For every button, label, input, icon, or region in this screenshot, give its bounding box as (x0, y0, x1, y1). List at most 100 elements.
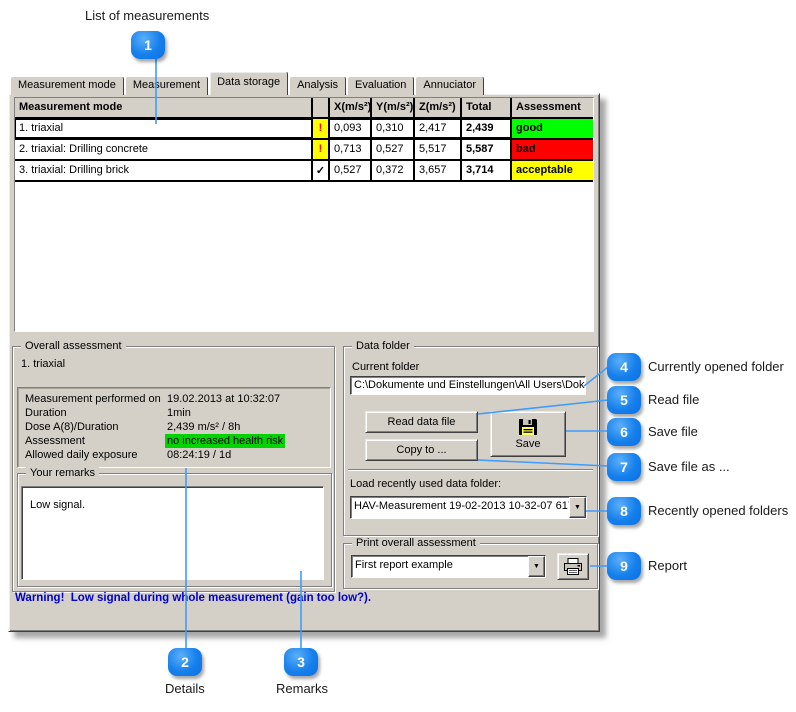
callout-label-save-file: Save file (648, 424, 698, 439)
cell-total: 5,587 (460, 140, 510, 159)
table-row[interactable]: 2. triaxial: Drilling concrete ! 0,713 0… (15, 140, 593, 161)
chevron-down-icon[interactable]: ▼ (569, 497, 586, 518)
chevron-down-icon[interactable]: ▼ (528, 556, 545, 577)
detail-label: Duration (25, 406, 165, 420)
callout-bubble-9: 9 (607, 552, 641, 580)
cell-y: 0,372 (370, 161, 413, 180)
detail-value: 2,439 m/s² / 8h (165, 420, 242, 434)
table-header-row: Measurement mode X(m/s²) Y(m/s²) Z(m/s²)… (15, 98, 593, 119)
detail-label: Assessment (25, 434, 165, 448)
table-row[interactable]: 1. triaxial ! 0,093 0,310 2,417 2,439 go… (15, 119, 593, 140)
data-storage-page: Measurement mode X(m/s²) Y(m/s²) Z(m/s²)… (8, 93, 600, 632)
cell-y: 0,310 (370, 119, 413, 138)
assessment-badge: good (510, 119, 593, 138)
header-assessment: Assessment (510, 98, 593, 117)
report-dropdown[interactable]: First report example ▼ (351, 555, 546, 578)
remarks-group: Your remarks Low signal. (17, 473, 332, 587)
application-window: Measurement mode Measurement Data storag… (8, 71, 600, 632)
assessment-badge: acceptable (510, 161, 593, 180)
detail-value: 19.02.2013 at 10:32:07 (165, 392, 282, 406)
callout-label-remarks: Remarks (276, 681, 328, 696)
cell-y: 0,527 (370, 140, 413, 159)
print-assessment-group: Print overall assessment First report ex… (343, 543, 598, 589)
warning-message: Warning! Low signal during whole measure… (15, 592, 371, 604)
print-button[interactable] (557, 553, 589, 580)
recent-folder-value: HAV-Measurement 19-02-2013 10-32-07 617 (351, 497, 569, 518)
save-button[interactable]: Save (490, 411, 566, 457)
detail-label: Dose A(8)/Duration (25, 420, 165, 434)
callout-bubble-5: 5 (607, 386, 641, 414)
selected-measurement-name: 1. triaxial (21, 358, 65, 370)
callout-label-list-of-measurements: List of measurements (85, 8, 209, 23)
remarks-textarea[interactable]: Low signal. (21, 486, 324, 580)
data-folder-group: Data folder Current folder C:\Dokumente … (343, 346, 598, 536)
detail-label: Allowed daily exposure (25, 448, 165, 462)
data-folder-title: Data folder (352, 340, 414, 352)
printer-icon (563, 558, 583, 575)
detail-value: 08:24:19 / 1d (165, 448, 233, 462)
cell-mode: 1. triaxial (15, 119, 311, 138)
callout-label-recently-opened-folders: Recently opened folders (648, 503, 788, 518)
copy-to-button[interactable]: Copy to ... (365, 439, 478, 461)
recent-folder-dropdown[interactable]: HAV-Measurement 19-02-2013 10-32-07 617 … (350, 496, 587, 519)
header-z: Z(m/s²) (413, 98, 460, 117)
cell-z: 3,657 (413, 161, 460, 180)
cell-x: 0,093 (328, 119, 370, 138)
table-row[interactable]: 3. triaxial: Drilling brick ✓ 0,527 0,37… (15, 161, 593, 182)
cell-x: 0,527 (328, 161, 370, 180)
tab-data-storage[interactable]: Data storage (209, 71, 288, 95)
warning-flag-icon: ! (311, 119, 328, 138)
floppy-disk-icon (518, 418, 538, 436)
callout-bubble-2: 2 (168, 648, 202, 676)
header-flag (311, 98, 328, 117)
callout-label-currently-opened-folder: Currently opened folder (648, 359, 784, 374)
assessment-details-panel: Measurement performed on19.02.2013 at 10… (17, 387, 331, 468)
cell-x: 0,713 (328, 140, 370, 159)
measurement-table: Measurement mode X(m/s²) Y(m/s²) Z(m/s²)… (14, 97, 594, 332)
cell-total: 2,439 (460, 119, 510, 138)
header-measurement-mode: Measurement mode (15, 98, 311, 117)
print-group-title: Print overall assessment (352, 537, 480, 549)
check-flag-icon: ✓ (311, 161, 328, 180)
separator (348, 469, 593, 471)
tab-bar: Measurement mode Measurement Data storag… (10, 71, 485, 95)
header-y: Y(m/s²) (370, 98, 413, 117)
detail-label: Measurement performed on (25, 392, 165, 406)
tab-measurement-mode[interactable]: Measurement mode (10, 76, 124, 95)
callout-bubble-6: 6 (607, 418, 641, 446)
assessment-badge: bad (510, 140, 593, 159)
report-dropdown-value: First report example (352, 556, 528, 577)
cell-z: 2,417 (413, 119, 460, 138)
remarks-title: Your remarks (26, 467, 99, 479)
warning-flag-icon: ! (311, 140, 328, 159)
health-risk-badge: no increased health risk (165, 434, 285, 448)
tab-annuciator[interactable]: Annuciator (415, 76, 484, 95)
detail-value: 1min (165, 406, 193, 420)
cell-mode: 3. triaxial: Drilling brick (15, 161, 311, 180)
callout-label-report: Report (648, 558, 687, 573)
header-x: X(m/s²) (328, 98, 370, 117)
cell-total: 3,714 (460, 161, 510, 180)
current-folder-field[interactable]: C:\Dokumente und Einstellungen\All Users… (350, 376, 586, 395)
recent-folder-label: Load recently used data folder: (350, 478, 501, 490)
callout-bubble-8: 8 (607, 497, 641, 525)
callout-label-save-file-as: Save file as ... (648, 459, 730, 474)
cell-mode: 2. triaxial: Drilling concrete (15, 140, 311, 159)
callout-bubble-4: 4 (607, 353, 641, 381)
tab-analysis[interactable]: Analysis (289, 76, 346, 95)
overall-assessment-title: Overall assessment (21, 340, 126, 352)
callout-bubble-3: 3 (284, 648, 318, 676)
callout-label-read-file: Read file (648, 392, 699, 407)
cell-z: 5,517 (413, 140, 460, 159)
callout-bubble-1: 1 (131, 31, 165, 59)
overall-assessment-group: Overall assessment 1. triaxial Measureme… (12, 346, 335, 592)
read-data-file-button[interactable]: Read data file (365, 411, 478, 433)
save-button-label: Save (515, 438, 540, 450)
callout-bubble-7: 7 (607, 453, 641, 481)
header-total: Total (460, 98, 510, 117)
callout-label-details: Details (165, 681, 205, 696)
tab-measurement[interactable]: Measurement (125, 76, 208, 95)
current-folder-label: Current folder (352, 361, 419, 373)
annotated-screenshot: List of measurements 1 2 Details 3 Remar… (0, 0, 796, 712)
tab-evaluation[interactable]: Evaluation (347, 76, 414, 95)
